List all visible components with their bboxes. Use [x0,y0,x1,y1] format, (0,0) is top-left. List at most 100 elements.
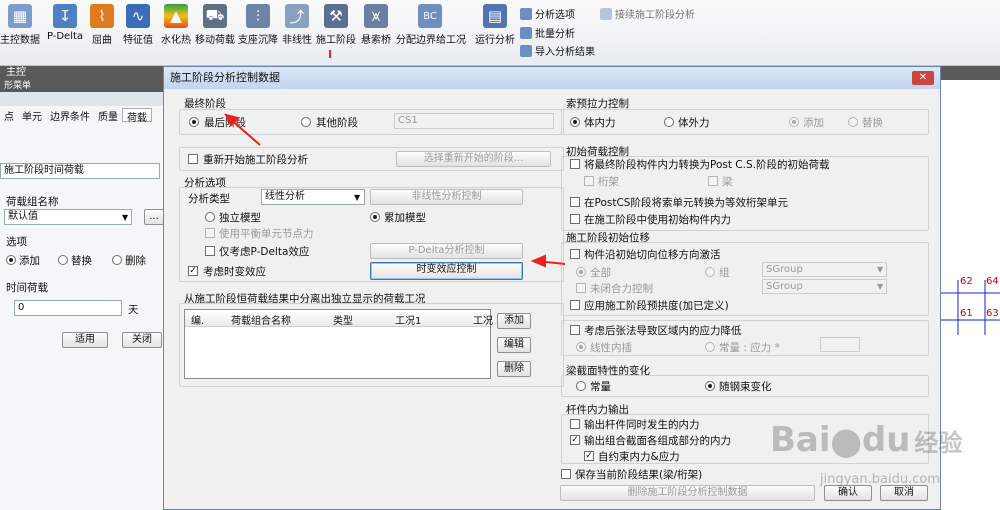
nonlinear-button[interactable]: ⤴ 非线性 [281,4,313,46]
disp-group-select[interactable]: SGroup [762,262,887,277]
construction-stage-button[interactable]: ⚒ 施工阶段 [316,4,356,46]
camber-checkbox[interactable] [570,300,580,310]
eigenvalue-button[interactable]: ∿ 特征值 [120,4,156,46]
time-dependent-label: 考虑时变效应 [203,266,266,278]
save-current-checkbox[interactable] [561,469,571,479]
unclosed-select[interactable]: SGroup [762,279,887,294]
convert-checkbox[interactable] [570,159,580,169]
cancel-button[interactable]: 取消 [880,485,928,501]
opt-delete-radio[interactable] [112,255,122,265]
apply-button[interactable]: 适用 [62,332,108,348]
postcs-label: 在PostCS阶段将索单元转换为等效桁架单元 [584,197,788,209]
load-case-table[interactable]: 编. 荷载组合名称 类型 工况1 工况 [184,309,493,379]
moving-load-icon: ⛟ [203,4,227,28]
disp-group-label: 组 [719,267,730,279]
nonlinear-control-button[interactable]: 非线性分析控制 [370,189,523,205]
components-checkbox[interactable]: ✓ [570,435,580,445]
self-constraint-label: 自约束内力&应力 [598,451,680,463]
tab-boundary[interactable]: 边界条件 [46,108,94,123]
pdelta-checkbox[interactable] [205,246,215,256]
load-group-select[interactable]: 默认值 [4,209,132,225]
settlement-button[interactable]: ⫶ 支座沉降 [238,4,278,46]
time-dependent-checkbox[interactable]: ✓ [188,266,198,276]
select-restart-stage-button[interactable]: 选择重新开始的阶段... [396,151,551,167]
truss-checkbox[interactable] [584,176,594,186]
self-constraint-checkbox[interactable]: ✓ [584,451,594,461]
convert-label: 将最终阶段构件内力转换为Post C.S.阶段的初始荷载 [584,159,830,171]
toolbar-strip [0,92,165,106]
import-results-button[interactable]: 导入分析结果 [520,43,595,58]
cable-internal-radio[interactable] [570,117,580,127]
master-data-button[interactable]: ▦ 主控数据 [0,4,40,46]
continue-stage-button[interactable]: 接续施工阶段分析 [600,6,695,21]
moving-load-button[interactable]: ⛟ 移动荷载 [195,4,235,46]
prestress-constant-radio[interactable] [705,342,715,352]
import-results-icon [520,44,532,57]
beam-checkbox[interactable] [708,176,718,186]
beam-label: 梁 [722,176,733,188]
time-unit: 天 [128,304,139,316]
prestress-label: 考虑后张法导致区域内的应力降低 [584,325,742,337]
opt-replace-radio[interactable] [58,255,68,265]
boundary-icon: BC [418,4,442,28]
watermark-url: jingyan.baidu.com [820,472,940,487]
prestress-linear-label: 线性内插 [590,342,632,354]
close-button[interactable]: 关闭 [122,332,162,348]
stress-factor-input[interactable] [820,337,860,352]
boundary-button[interactable]: BC 分配边界给工况 [396,4,466,46]
table-add-button[interactable]: 添加 [497,313,531,329]
delete-control-data-button[interactable]: 删除施工阶段分析控制数据 [560,485,815,501]
analysis-type-select[interactable]: 线性分析 [261,189,365,205]
tab-mass[interactable]: 质量 [94,108,122,123]
heat-hydration-button[interactable]: ▲ 水化热 [160,4,192,46]
close-icon[interactable]: ✕ [912,71,934,85]
tab-load[interactable]: 荷载 [122,108,152,124]
tab-element[interactable]: 单元 [18,108,46,123]
prestress-checkbox[interactable] [570,325,580,335]
chevron-down-icon: ▼ [877,265,884,274]
suspension-bridge-button[interactable]: ⩙ 悬索桥 [359,4,393,46]
continue-stage-icon [600,7,612,20]
pdelta-control-button[interactable]: P-Delta分析控制 [370,243,523,259]
stage-select[interactable]: CS1 [394,113,554,129]
camber-label: 应用施工阶段预拱度(加已定义) [584,300,729,312]
tangent-checkbox[interactable] [570,249,580,259]
table-delete-button[interactable]: 删除 [497,361,531,377]
table-edit-button[interactable]: 编辑 [497,337,531,353]
time-dependent-control-button[interactable]: 时变效应控制 [370,262,523,280]
prestress-linear-radio[interactable] [576,342,586,352]
dialog-title: 施工阶段分析控制数据 [164,67,940,89]
section-tendon-radio[interactable] [705,381,715,391]
final-last-radio[interactable] [189,117,199,127]
buckling-icon: ⌇ [90,4,114,28]
use-initial-checkbox[interactable] [570,214,580,224]
pdelta-button[interactable]: ↧ P-Delta [46,4,84,42]
load-group-browse-button[interactable]: ... [144,209,164,225]
load-type-select[interactable]: 施工阶段时间荷载 [0,163,160,179]
opt-add-radio[interactable] [6,255,16,265]
cable-external-radio[interactable] [664,117,674,127]
postcs-checkbox[interactable] [570,197,580,207]
restart-checkbox[interactable] [188,154,198,164]
final-other-radio[interactable] [301,117,311,127]
concurrent-checkbox[interactable] [570,419,580,429]
cumulative-model-radio[interactable] [370,212,380,222]
tree-menu-panel: 形菜单 点 单元 边界条件 质量 荷载 施工阶段时间荷载 荷载组名称 默认值 ▼… [0,80,165,510]
time-value-input[interactable]: 0 [14,300,122,316]
ok-button[interactable]: 确认 [824,485,872,501]
unclosed-checkbox[interactable] [576,283,586,293]
independent-model-radio[interactable] [205,212,215,222]
run-analysis-button[interactable]: ▤ 运行分析 [474,4,516,46]
master-data-icon: ▦ [8,4,32,28]
disp-group-radio[interactable] [705,267,715,277]
buckling-button[interactable]: ⌇ 屈曲 [90,4,114,46]
balance-checkbox[interactable] [205,228,215,238]
disp-all-radio[interactable] [576,267,586,277]
column-header: 工况1 [395,316,422,327]
analysis-options-button[interactable]: 分析选项 [520,6,575,21]
batch-analysis-button[interactable]: 批量分析 [520,25,575,40]
cable-add-radio[interactable] [789,117,799,127]
section-constant-radio[interactable] [576,381,586,391]
tab-node[interactable]: 点 [0,108,18,123]
cable-replace-radio[interactable] [848,117,858,127]
